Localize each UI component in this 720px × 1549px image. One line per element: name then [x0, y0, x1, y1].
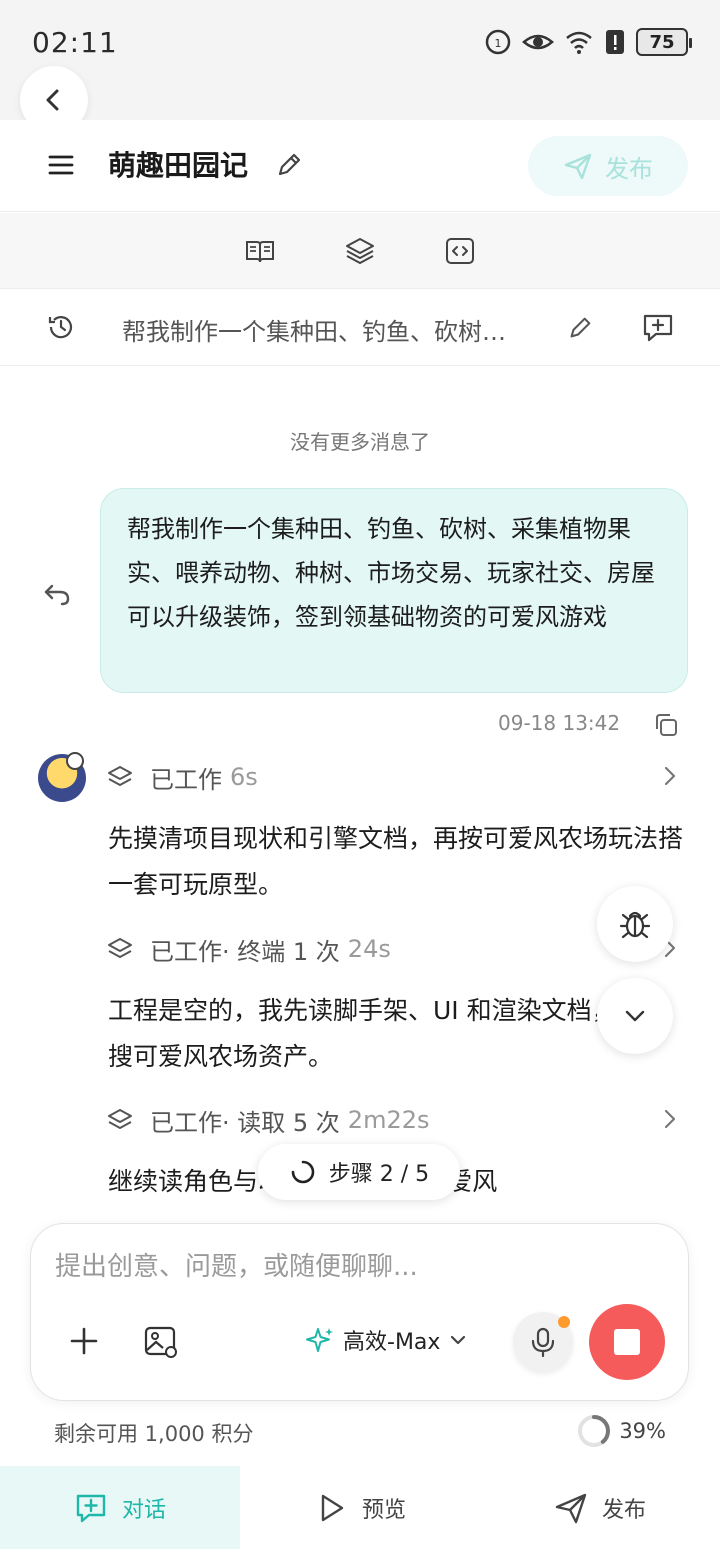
status-icons: 1 75 [484, 28, 692, 56]
work-step-duration: 6s [230, 763, 258, 791]
work-step-row[interactable]: 已工作 · 读取 5 次 2m22s [106, 1103, 686, 1137]
work-step-label: 已工作 [150, 1108, 222, 1137]
message-input[interactable] [55, 1252, 655, 1282]
work-step-label: 已工作 [150, 937, 222, 966]
chevron-right-icon [664, 1109, 676, 1129]
stop-icon [614, 1329, 640, 1355]
work-step-duration: 24s [347, 935, 391, 963]
lightbulb-icon [66, 752, 84, 770]
status-time: 02:11 [32, 26, 118, 59]
send-icon [555, 1493, 587, 1523]
session-title[interactable]: 帮我制作一个集种田、钓鱼、砍树… [122, 312, 562, 347]
copy-icon[interactable] [653, 712, 679, 738]
microphone-icon [531, 1327, 555, 1357]
nav-chat[interactable]: 对话 [0, 1466, 240, 1549]
context-usage: 39% [577, 1414, 666, 1448]
new-chat-icon[interactable] [640, 310, 676, 346]
undo-icon[interactable] [42, 578, 72, 608]
sparkle-icon [306, 1328, 333, 1352]
credits-remaining: 剩余可用 1,000 积分 [54, 1422, 254, 1446]
alert-icon [606, 30, 624, 54]
edit-session-icon[interactable] [566, 314, 594, 342]
stop-generation-button[interactable] [589, 1304, 665, 1380]
step-indicator-label: 步骤 2 / 5 [328, 1162, 430, 1187]
loading-spinner-icon [291, 1160, 315, 1184]
wifi-icon [566, 31, 592, 54]
svg-text:1: 1 [495, 37, 502, 50]
image-settings-icon[interactable] [143, 1324, 179, 1360]
nav-publish-label: 发布 [601, 1497, 646, 1523]
play-icon [321, 1494, 344, 1521]
history-icon[interactable] [46, 312, 76, 342]
nav-publish[interactable]: 发布 [480, 1466, 720, 1549]
send-icon [564, 153, 592, 180]
eye-icon [522, 34, 554, 50]
model-label: 高效-Max [343, 1330, 441, 1355]
bug-icon [619, 911, 651, 939]
assistant-message: 先摸清项目现状和引擎文档，再按可爱风农场玩法搭一套可玩原型。 [108, 824, 684, 899]
step-indicator: 步骤 2 / 5 [258, 1144, 460, 1200]
model-selector[interactable]: 高效-Max [305, 1324, 468, 1356]
progress-ring [578, 1415, 611, 1447]
nav-chat-label: 对话 [121, 1497, 166, 1523]
publish-label: 发布 [605, 154, 653, 183]
publish-button[interactable]: 发布 [528, 136, 688, 196]
edit-title-icon[interactable] [274, 150, 304, 180]
scroll-down-button[interactable] [597, 978, 673, 1054]
work-step-row[interactable]: 已工作 6s [106, 760, 686, 794]
layers-icon[interactable] [344, 235, 376, 267]
code-icon[interactable] [444, 235, 476, 267]
chevron-down-icon [625, 1010, 645, 1022]
message-timestamp: 09-18 13:42 [498, 711, 621, 735]
user-message-bubble: 帮我制作一个集种田、钓鱼、砍树、采集植物果实、喂养动物、种树、市场交易、玩家社交… [100, 488, 688, 693]
battery-indicator: 75 [636, 28, 692, 56]
status-bar: 02:11 1 75 [0, 0, 720, 120]
project-title: 萌趣田园记 [108, 149, 249, 182]
book-icon[interactable] [244, 235, 276, 267]
mic-status-dot [558, 1316, 570, 1328]
progress-label: 39% [619, 1419, 666, 1443]
work-step-detail: · 读取 5 次 [222, 1108, 340, 1137]
work-step-label: 已工作 [150, 765, 222, 794]
bottom-nav: 对话 预览 发布 [0, 1466, 720, 1549]
debug-button[interactable] [597, 886, 673, 962]
chevron-left-icon [46, 89, 59, 111]
layers-icon [108, 766, 132, 786]
nav-preview[interactable]: 预览 [240, 1466, 480, 1549]
chevron-down-icon [451, 1335, 466, 1345]
plus-icon[interactable] [67, 1324, 101, 1358]
no-more-messages: 没有更多消息了 [290, 430, 430, 454]
data-saver-icon: 1 [485, 29, 511, 55]
session-bar: 帮我制作一个集种田、钓鱼、砍树… [0, 290, 720, 366]
layers-icon [108, 1109, 132, 1129]
composer: 高效-Max [30, 1223, 689, 1401]
work-step-detail: · 终端 1 次 [222, 937, 340, 966]
menu-icon[interactable] [46, 150, 76, 180]
chat-add-icon [76, 1494, 106, 1522]
nav-preview-label: 预览 [361, 1497, 406, 1523]
view-toolbar [0, 213, 720, 289]
chevron-right-icon [664, 766, 676, 786]
layers-icon [108, 938, 132, 958]
top-bar: 萌趣田园记 发布 [0, 120, 720, 212]
work-step-duration: 2m22s [347, 1106, 430, 1134]
